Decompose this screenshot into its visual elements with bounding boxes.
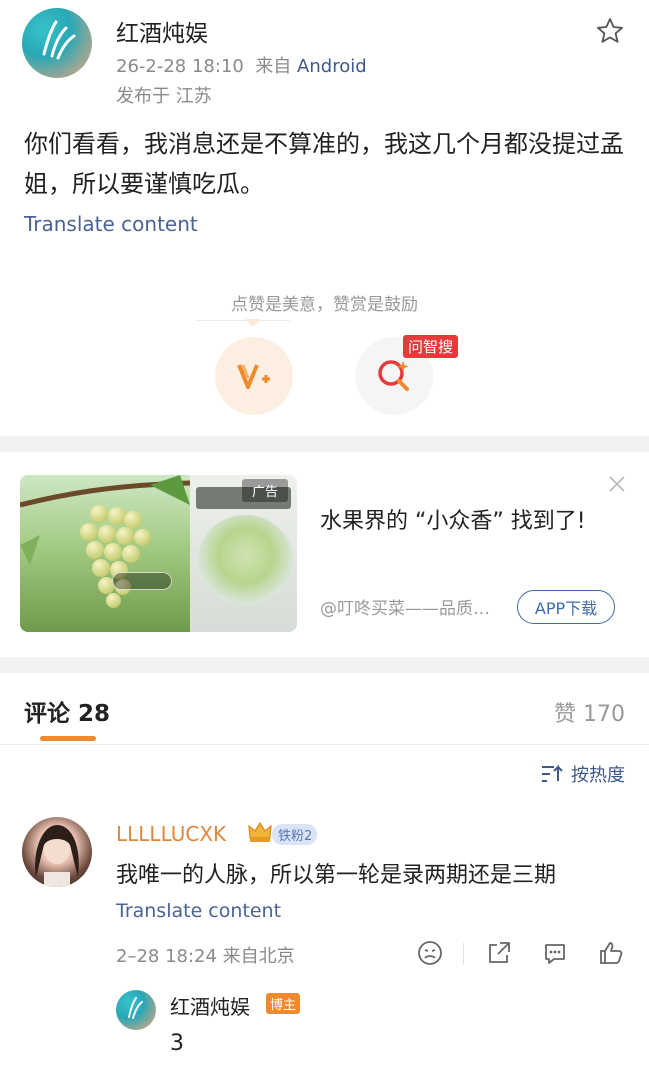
commenter-portrait [35,825,79,887]
grape [80,523,98,541]
author-signature-logo [42,20,76,60]
star-icon[interactable] [595,16,625,46]
likes-count: 170 [583,702,625,727]
reply-text: 3 [170,1031,184,1056]
post-source[interactable]: Android [297,56,367,77]
reply-author-avatar[interactable] [116,990,156,1030]
ad-grape-vine-photo [20,475,190,632]
tab-likes[interactable]: 赞 170 [554,696,625,728]
post-source-prefix: 来自 [255,56,292,77]
grape [90,505,108,523]
grape [108,507,126,525]
author-signature-logo [128,997,143,1019]
author-avatar[interactable] [22,8,92,78]
fan-level-badge: 铁粉2 [272,824,318,845]
ad-image[interactable]: 广告 [20,475,297,632]
grape [122,545,140,563]
reply-author-name[interactable]: 红酒炖娱 [170,991,250,1020]
reward-v-plus-icon [237,364,270,389]
comment-meta: 2–28 18:24 来自北京 [116,946,295,967]
ad-label: 广告 [242,479,289,502]
post-meta: 26-2-28 18:10 来自 Android [116,52,367,78]
sort-button[interactable]: 按热度 [541,761,625,787]
grape [86,541,104,559]
grape [134,529,151,546]
crown-icon [248,821,272,842]
post-location: 发布于 江苏 [116,86,212,107]
grape [98,525,116,543]
glass-bowl [198,515,293,605]
hint-pointer [245,319,261,327]
ad-title[interactable]: 水果界的 “小众香” 找到了! [320,503,590,541]
ad-source[interactable]: @叮咚买菜——品质… [320,594,490,619]
comment-icon[interactable] [542,940,568,966]
ai-search-icon [378,360,409,391]
close-icon[interactable] [607,474,627,494]
action-separator [463,943,464,965]
blogger-badge: 博主 [266,993,301,1014]
sort-label: 按热度 [571,765,625,786]
hint-divider [195,320,290,321]
sort-icon [542,765,563,782]
author-name[interactable]: 红酒炖娱 [116,14,208,48]
active-tab-indicator [40,736,96,741]
app-download-button[interactable]: APP下载 [517,590,615,624]
likes-label: 赞 [553,702,576,727]
grape [106,593,121,608]
comment-text: 我唯一的人脉，所以第一轮是录两期还是三期 [116,863,557,888]
comments-label: 评论 [24,701,70,727]
commenter-avatar[interactable] [22,817,92,887]
thumbs-up-icon[interactable] [598,940,624,966]
tab-comments[interactable]: 评论 28 [24,694,110,728]
ai-search-badge: 问智搜 [403,335,459,358]
grape [92,559,110,577]
post-content: 你们看看，我消息还是不算准的，我这几个月都没提过孟姐，所以要谨慎吃瓜。 [24,130,624,198]
commenter-name[interactable]: LLLLLUCXK [116,822,226,846]
section-divider [0,657,649,673]
comment-translate-link[interactable]: Translate content [116,900,281,922]
ad-play-chip [112,572,172,590]
comments-count: 28 [78,701,111,727]
reward-button[interactable] [215,337,293,415]
grape [104,543,122,561]
dislike-face-icon[interactable] [417,940,443,966]
tab-bar-divider [0,744,649,745]
share-icon[interactable] [486,940,512,966]
reward-hint: 点赞是美意，赞赏是鼓励 [231,295,418,315]
section-divider [0,436,649,452]
grape [116,527,134,545]
post-timestamp: 26-2-28 18:10 [116,56,244,77]
post-translate-link[interactable]: Translate content [24,212,198,236]
